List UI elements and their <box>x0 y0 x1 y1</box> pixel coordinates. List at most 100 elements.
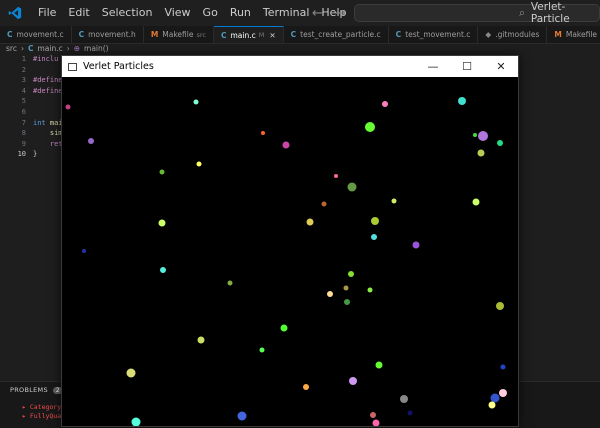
code-token: } <box>33 150 38 159</box>
particle <box>473 133 477 137</box>
menu-view[interactable]: View <box>158 0 196 26</box>
particle <box>371 234 377 240</box>
problem-item[interactable]: ▸ Category <box>22 403 61 411</box>
command-center[interactable]: ⌕ Verlet-Particle <box>354 1 600 25</box>
editor-tab-label: .gitmodules <box>495 30 540 39</box>
particle <box>227 280 233 286</box>
chevron-right-icon: › <box>20 44 24 53</box>
editor-tab[interactable]: Ctest_movement.c <box>389 26 479 43</box>
particle <box>348 271 354 277</box>
line-number: 10 <box>17 150 26 159</box>
particle <box>82 249 86 253</box>
editor-tab[interactable]: Cmain.c M ✕ <box>213 26 284 43</box>
close-tab-icon[interactable]: ✕ <box>269 31 275 40</box>
line-number-gutter: 1 2 3 4 5 6 7 8 9 10 <box>0 54 26 160</box>
breadcrumb-symbol[interactable]: main() <box>84 44 109 53</box>
maximize-button[interactable]: ☐ <box>450 56 484 77</box>
editor-tab[interactable]: Ctest_create_particle.c <box>284 26 389 43</box>
problems-tab[interactable]: PROBLEMS 2 <box>10 386 63 394</box>
forward-arrow-icon[interactable]: → <box>335 6 346 21</box>
file-type-icon: C <box>395 30 402 39</box>
particle <box>259 347 265 353</box>
code-token: sim <box>33 129 63 138</box>
menu-edit[interactable]: Edit <box>62 0 95 26</box>
breadcrumb-file[interactable]: main.c <box>37 44 62 53</box>
particle <box>160 267 166 273</box>
particle <box>282 141 290 149</box>
particle <box>375 361 383 369</box>
maximize-icon: ☐ <box>462 60 472 73</box>
back-arrow-icon[interactable]: ← <box>312 6 323 21</box>
particle <box>159 169 165 175</box>
breadcrumb-folder[interactable]: src <box>6 44 17 53</box>
line-number: 7 <box>21 118 26 127</box>
line-number: 6 <box>21 107 26 116</box>
menu-terminal[interactable]: Terminal <box>257 0 316 26</box>
line-number: 2 <box>21 65 26 74</box>
code-line: #define <box>33 75 63 86</box>
editor-tab-label: main.c <box>230 30 256 40</box>
particle <box>321 201 327 207</box>
code-line: #define <box>33 86 63 97</box>
function-symbol-icon: ⊕ <box>73 44 81 53</box>
particles-window-title-bar[interactable]: Verlet Particles — ☐ ✕ <box>62 56 518 77</box>
code-token: mai <box>45 118 63 127</box>
particle <box>496 302 504 310</box>
particles-window: Verlet Particles — ☐ ✕ <box>61 55 519 427</box>
code-token: #inclu <box>33 55 59 63</box>
menu-bar: File Edit Selection View Go Run Terminal… <box>32 0 352 26</box>
file-type-icon: M <box>150 30 159 39</box>
particle <box>196 161 202 167</box>
particle <box>382 101 388 107</box>
editor-tab[interactable]: Cmovement.h <box>72 26 144 43</box>
menu-go[interactable]: Go <box>197 0 224 26</box>
particle <box>477 149 485 157</box>
chevron-right-icon: › <box>66 44 70 53</box>
particle <box>478 131 488 141</box>
problem-item[interactable]: ▸ FullyQual <box>22 412 65 420</box>
particle <box>344 299 350 305</box>
code-token: #define <box>33 76 63 85</box>
editor-tab-bar: Cmovement.c Cmovement.h M Makefile src Cmain.… <box>0 26 600 44</box>
particle <box>261 131 265 135</box>
line-number: 1 <box>21 55 26 63</box>
particle <box>131 417 141 426</box>
file-type-icon: C <box>220 30 227 40</box>
minimize-button[interactable]: — <box>416 56 450 77</box>
code-line: sim <box>33 128 63 139</box>
menu-file[interactable]: File <box>32 0 62 26</box>
editor-tab[interactable]: Cmovement.c <box>0 26 72 43</box>
vscode-title-bar: File Edit Selection View Go Run Terminal… <box>0 0 600 26</box>
particle <box>365 122 375 132</box>
particle <box>370 412 376 418</box>
menu-selection[interactable]: Selection <box>96 0 159 26</box>
close-button[interactable]: ✕ <box>484 56 518 77</box>
editor-tab-description: M <box>258 31 265 39</box>
c-file-icon: C <box>27 44 34 53</box>
particle <box>327 291 333 297</box>
particle <box>197 336 205 344</box>
particle <box>497 140 503 146</box>
editor-tab[interactable]: MMakefiletests <box>547 26 600 43</box>
code-line: int mai <box>33 118 63 129</box>
code-editor[interactable]: #inclu #define #define int mai sim ret} <box>33 54 63 160</box>
particle <box>65 104 71 110</box>
menu-run[interactable]: Run <box>224 0 257 26</box>
file-type-icon: M <box>554 30 562 39</box>
particle <box>458 97 466 105</box>
vscode-logo-icon[interactable] <box>8 6 22 20</box>
particle <box>88 138 94 144</box>
particle <box>237 411 247 421</box>
code-line: #inclu <box>33 54 63 65</box>
code-token: int <box>33 118 46 127</box>
editor-tab[interactable]: ◆ .gitmodules <box>478 26 548 43</box>
code-token: #define <box>33 86 63 95</box>
editor-tab-description: src <box>196 30 206 39</box>
particle-canvas[interactable] <box>62 77 518 426</box>
command-center-label: Verlet-Particle <box>530 1 570 25</box>
particle <box>412 241 420 249</box>
editor-tab[interactable]: M Makefile src <box>144 26 214 43</box>
